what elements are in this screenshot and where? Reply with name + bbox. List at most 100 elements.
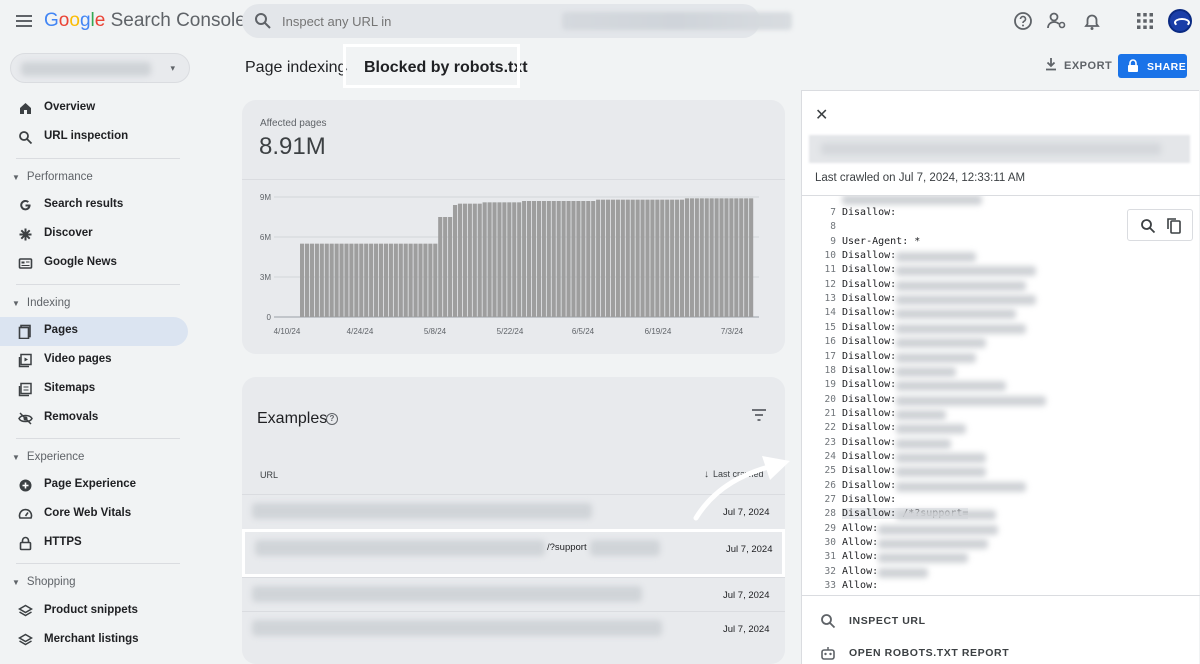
table-row[interactable]: Jul 7, 2024 [242,611,785,645]
chart-bar[interactable] [522,201,527,317]
chart-bar[interactable] [497,202,502,317]
chart-bar[interactable] [349,243,354,317]
sidebar-item-overview[interactable]: Overview [0,94,188,123]
sidebar-item-core-web-vitals[interactable]: Core Web Vitals [0,500,188,529]
chart-bar[interactable] [679,199,685,317]
chart-bar[interactable] [635,199,640,317]
chart-bar[interactable] [413,243,418,317]
chart-bar[interactable] [304,243,310,317]
chart-bar[interactable] [359,243,364,317]
sidebar-item-merchant-listings[interactable]: Merchant listings [0,626,188,655]
chart-bar[interactable] [615,199,620,317]
chart-bar[interactable] [482,202,487,317]
sidebar-item-url-inspection[interactable]: URL inspection [0,123,188,152]
chart-bar[interactable] [724,198,729,317]
chart-bar[interactable] [744,198,749,317]
search-icon[interactable] [1140,218,1156,234]
chart-bar[interactable] [531,201,537,317]
chart-bar[interactable] [369,243,374,317]
chart-bar[interactable] [408,243,413,317]
property-selector[interactable]: ▾ [10,53,190,83]
share-button[interactable]: SHARE [1118,54,1187,78]
chart-bar[interactable] [556,201,561,317]
chart-bar[interactable] [536,201,542,317]
section-performance[interactable]: ▼ Performance [12,171,93,183]
chart-bar[interactable] [418,243,423,317]
chart-bar[interactable] [492,202,497,317]
sidebar-item-https[interactable]: HTTPS [0,529,188,558]
chart-bar[interactable] [472,203,477,317]
search-console-logo[interactable]: Google Search Console [44,10,246,32]
chart-bar[interactable] [576,201,581,317]
chart-bar[interactable] [605,199,611,317]
chart-bar[interactable] [324,243,329,317]
chart-bar[interactable] [620,199,625,317]
chart-bar[interactable] [670,199,675,317]
chart-bar[interactable] [378,243,384,317]
chart-bar[interactable] [610,199,616,317]
help-icon[interactable]: ? [326,413,338,425]
chart-bar[interactable] [684,198,690,317]
table-row[interactable]: Jul 7, 2024 [242,577,785,611]
chart-bar[interactable] [403,243,408,317]
chart-bar[interactable] [339,243,344,317]
chart-bar[interactable] [581,201,586,317]
apps-grid-icon[interactable] [1134,10,1156,32]
chart-bar[interactable] [601,199,606,317]
chart-bar[interactable] [699,198,704,317]
chart-bar[interactable] [428,243,433,317]
chart-bar[interactable] [645,199,650,317]
url-inspect-input[interactable] [282,11,582,31]
chart-bar[interactable] [443,217,448,317]
chart-bar[interactable] [571,201,576,317]
chart-bar[interactable] [640,199,645,317]
notifications-icon[interactable] [1081,10,1103,32]
chart-bar[interactable] [512,202,517,317]
chart-bar[interactable] [374,243,379,317]
chart-bar[interactable] [527,201,532,317]
robots-txt-viewer[interactable]: 7 Disallow: 8 9 User-Agent: * 10 Disallow: 11 Di… [802,196,1200,594]
sidebar-item-product-snippets[interactable]: Product snippets [0,597,188,626]
chart-bar[interactable] [507,202,512,317]
section-shopping[interactable]: ▼ Shopping [12,576,76,588]
chart-bar[interactable] [729,198,734,317]
sidebar-item-pages[interactable]: Pages [0,317,188,346]
chart-bar[interactable] [675,199,680,317]
chart-bar[interactable] [300,243,305,317]
chart-bar[interactable] [625,199,630,317]
chart-bar[interactable] [714,198,719,317]
chart-bar[interactable] [561,201,566,317]
breadcrumb-parent[interactable]: Page indexing [245,59,346,77]
chart-bar[interactable] [650,199,655,317]
sidebar-item-video-pages[interactable]: Video pages [0,346,188,375]
sidebar-item-discover[interactable]: Discover [0,220,188,249]
chart-bar[interactable] [423,243,428,317]
chart-bar[interactable] [660,199,665,317]
chart-bar[interactable] [566,201,571,317]
chart-bar[interactable] [586,201,591,317]
chart-bar[interactable] [462,203,467,317]
url-inspect-searchbar[interactable] [242,4,792,38]
chart-bar[interactable] [719,198,724,317]
sidebar-item-removals[interactable]: Removals [0,404,188,433]
chart-bar[interactable] [383,243,389,317]
chart-bar[interactable] [354,243,359,317]
copy-icon[interactable] [1166,217,1182,235]
manage-users-icon[interactable] [1046,10,1068,32]
filter-icon[interactable] [751,408,767,422]
chart-bar[interactable] [655,199,660,317]
chart-bar[interactable] [319,243,324,317]
chart-bar[interactable] [388,243,393,317]
chart-bar[interactable] [309,243,315,317]
chart-bar[interactable] [734,198,739,317]
chart-bar[interactable] [591,201,596,317]
table-row-selected[interactable]: /?support Jul 7, 2024 [242,529,785,577]
column-header-url[interactable]: URL [260,470,278,480]
export-button[interactable]: EXPORT [1044,57,1112,72]
chart-bar[interactable] [364,243,369,317]
chart-bar[interactable] [739,198,744,317]
chart-bar[interactable] [334,243,339,317]
chart-bar[interactable] [433,243,438,317]
chart-bar[interactable] [551,201,556,317]
chart-bar[interactable] [517,202,522,317]
